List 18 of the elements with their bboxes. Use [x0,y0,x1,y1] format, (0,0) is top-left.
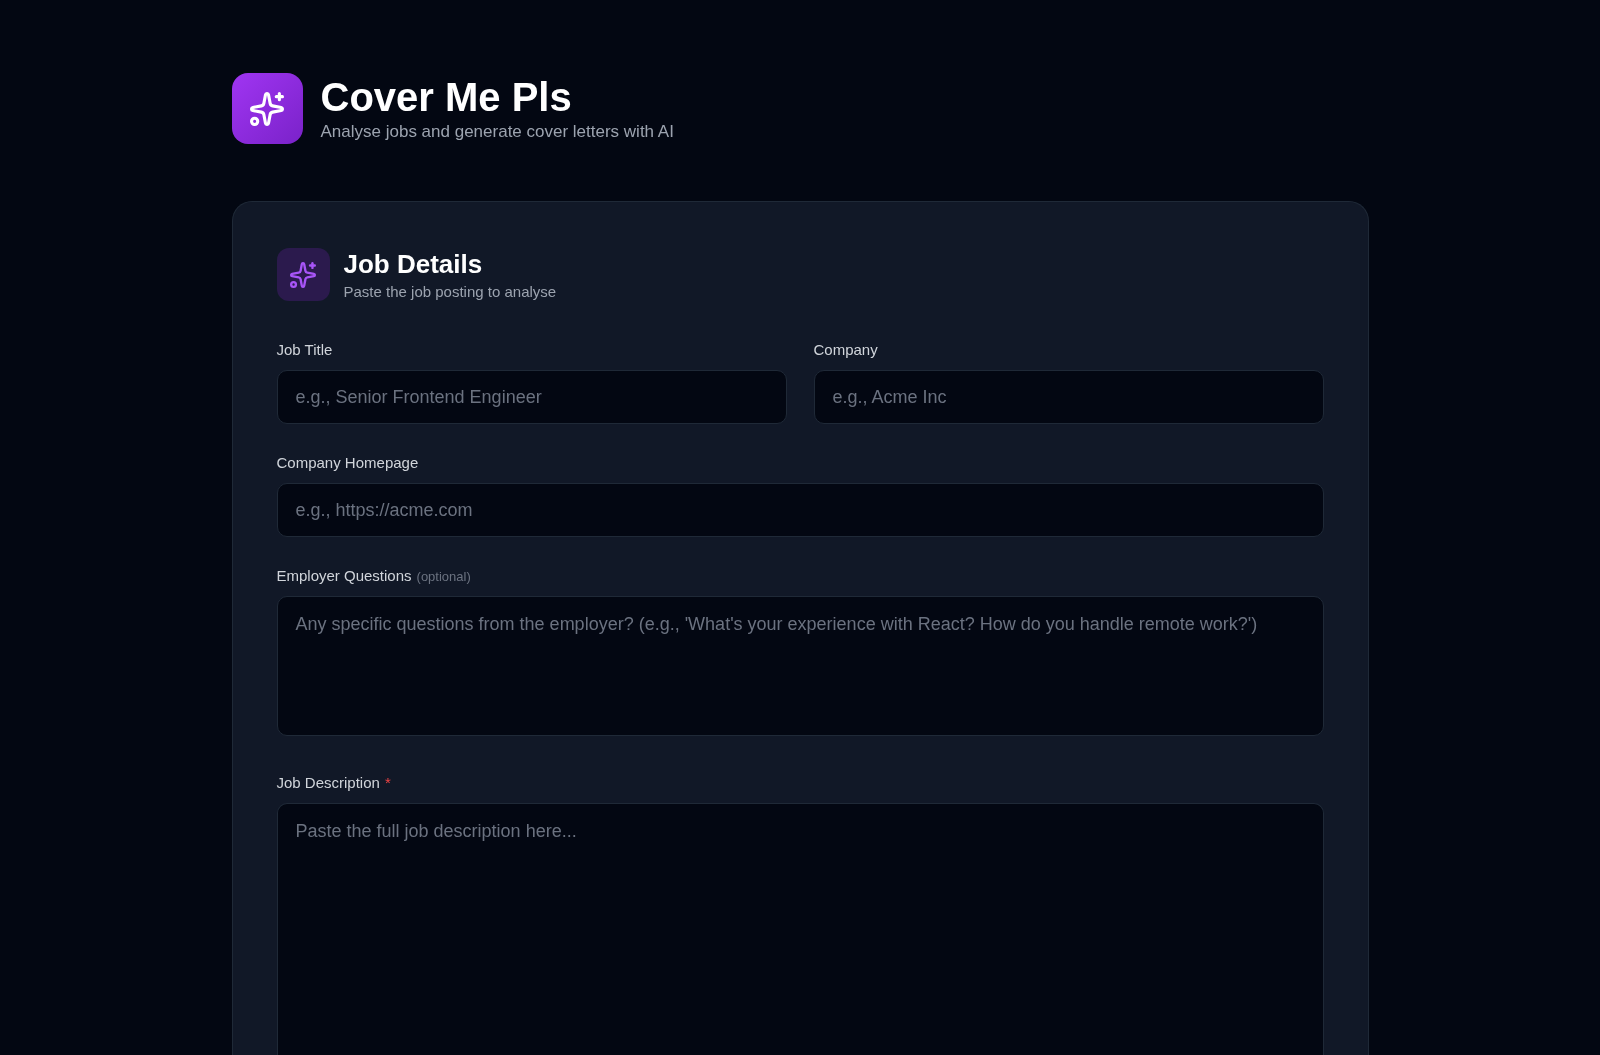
field-label: Company Homepage [276,453,419,473]
app-subtitle: Analyse jobs and generate cover letters with AI [320,120,674,143]
sparkles-logo-icon [231,73,303,144]
text-area-field[interactable]: Paste the full job description here... [276,803,1324,1055]
text-area-field[interactable]: Any specific questions from the employer? (e.g., 'What's your experience with React? How do you handle remote work?') [276,596,1324,736]
field-label: Employer Questions [276,566,412,586]
input-field[interactable]: e.g., Acme Inc [813,370,1324,424]
card-subtitle: Paste the job posting to analyse [343,281,557,301]
card-title: Job Details [343,248,484,279]
field-label: Job Description [276,773,380,793]
input-field[interactable]: e.g., Senior Frontend Engineer [276,370,787,424]
input-field[interactable]: e.g., https://acme.com [276,483,1324,537]
app-title: Cover Me Pls [320,74,573,119]
sparkles-icon [276,248,330,301]
field-label: Job Title [276,340,333,360]
optional-note: (optional) [416,569,471,584]
required-asterisk: * [384,774,391,791]
field-label: Company [813,340,878,360]
